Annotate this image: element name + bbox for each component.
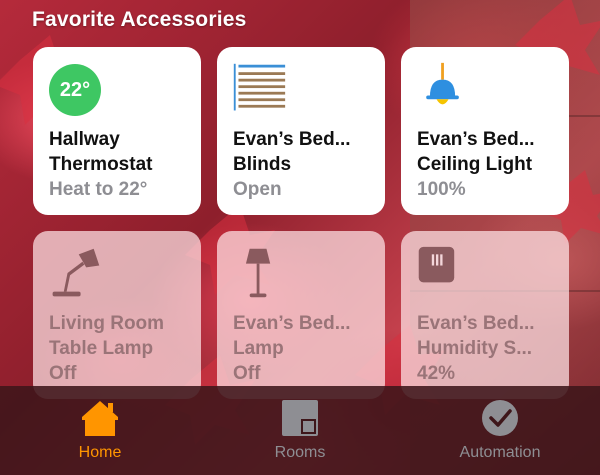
section-title: Favorite Accessories (32, 8, 247, 31)
ceiling-light-icon (426, 62, 459, 105)
tab-label: Automation (459, 444, 541, 461)
accessory-name: Evan’s Bed... Blinds (233, 129, 351, 175)
accessory-name: Evan’s Bed... Lamp (233, 313, 351, 359)
accessory-name: Living Room Table Lamp (49, 313, 165, 359)
tab-automation[interactable]: Automation (400, 386, 600, 475)
accessory-name: Evan’s Bed... Humidity S... (417, 313, 535, 359)
accessory-tile-hallway-thermostat[interactable]: 22° Hallway Thermostat Heat to 22° (33, 47, 201, 215)
blinds-icon (233, 63, 286, 111)
accessory-tile-bedroom-humidity-sensor[interactable]: Evan’s Bed... Humidity S... 42% (401, 231, 569, 399)
accessory-status: Open (233, 179, 282, 200)
tab-home[interactable]: Home (0, 386, 200, 475)
accessory-tile-bedroom-ceiling-light[interactable]: Evan’s Bed... Ceiling Light 100% (401, 47, 569, 215)
accessory-status: 100% (417, 179, 466, 200)
accessory-name: Evan’s Bed... Ceiling Light (417, 129, 535, 175)
floor-lamp-icon (245, 248, 271, 298)
accessory-tile-bedroom-lamp[interactable]: Evan’s Bed... Lamp Off (217, 231, 385, 399)
accessory-name: Hallway Thermostat (49, 129, 153, 175)
desk-lamp-icon (52, 248, 100, 297)
accessory-status: Heat to 22° (49, 179, 148, 200)
thermostat-icon: 22° (49, 64, 101, 116)
accessory-status: Off (233, 363, 261, 384)
accessory-status: Off (49, 363, 77, 384)
accessory-tile-bedroom-blinds[interactable]: Evan’s Bed... Blinds Open (217, 47, 385, 215)
tab-label: Rooms (274, 444, 326, 461)
rooms-icon (282, 400, 318, 436)
humidity-sensor-icon (418, 246, 455, 283)
tab-rooms[interactable]: Rooms (200, 386, 400, 475)
accessory-tile-living-room-table-lamp[interactable]: Living Room Table Lamp Off (33, 231, 201, 399)
house-icon (82, 401, 118, 436)
accessory-status: 42% (417, 363, 456, 384)
tab-label: Home (78, 444, 122, 461)
automation-clock-icon (482, 400, 518, 436)
tab-bar: Home Rooms Automation (0, 386, 600, 475)
